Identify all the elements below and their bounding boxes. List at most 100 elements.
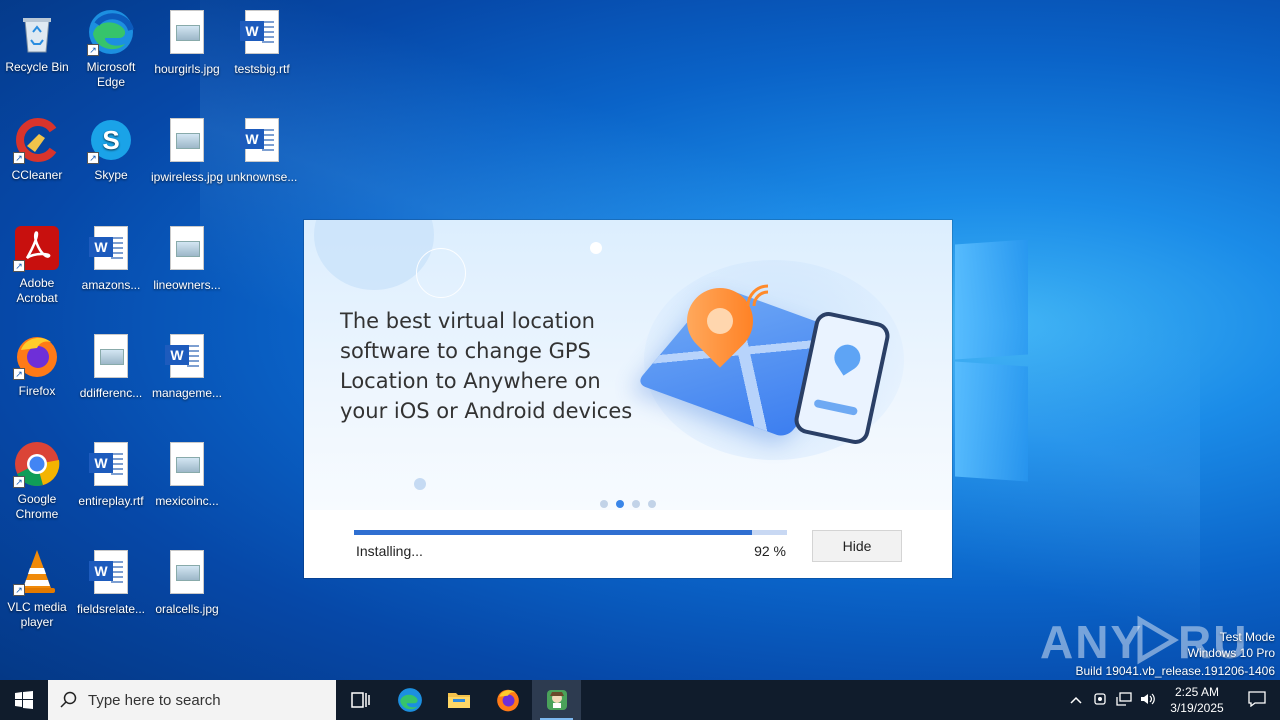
desktop-icon-skype[interactable]: S ↗ Skype — [74, 116, 148, 183]
desktop-icon-label: lineowners... — [153, 278, 221, 292]
tray-app-button[interactable] — [1088, 692, 1112, 709]
desktop-icon-label: mexicoinc... — [155, 494, 219, 508]
desktop-icon-lineowners[interactable]: lineowners... — [150, 224, 224, 293]
word-doc-icon: W — [163, 334, 211, 382]
taskbar-search-box[interactable]: Type here to search — [48, 680, 336, 720]
show-hidden-icons-button[interactable] — [1064, 693, 1088, 707]
taskbar: Type here to search 2:25 AM 3/19/2025 — [0, 680, 1280, 720]
clock-date: 3/19/2025 — [1170, 701, 1224, 715]
acrobat-icon: ↗ — [13, 224, 61, 272]
install-status-text: Installing... — [356, 543, 423, 559]
image-file-icon — [163, 226, 211, 274]
install-progress-bar — [354, 530, 787, 535]
skype-icon: S ↗ — [87, 116, 135, 164]
desktop-icon-unknownse[interactable]: W unknownse... — [225, 116, 299, 185]
carousel-dot[interactable] — [632, 500, 640, 508]
image-file-icon — [163, 118, 211, 166]
desktop-icon-label: Recycle Bin — [5, 60, 69, 74]
search-icon — [60, 691, 77, 708]
carousel-dot-active[interactable] — [616, 500, 624, 508]
desktop-icon-label: Skype — [94, 168, 128, 182]
taskbar-edge-button[interactable] — [385, 680, 434, 720]
desktop-icon-testsbig-rtf[interactable]: W testsbig.rtf — [225, 8, 299, 77]
word-doc-icon: W — [87, 442, 135, 490]
start-button[interactable] — [0, 680, 48, 720]
wallpaper-logo-pane — [955, 361, 1028, 482]
desktop-icon-vlc-media-player[interactable]: ↗ VLC media player — [0, 548, 74, 630]
desktop-icon-label: Firefox — [18, 384, 56, 398]
desktop-icon-label: entireplay.rtf — [78, 494, 144, 508]
desktop-icon-label: Adobe Acrobat — [16, 276, 58, 305]
install-percent-text: 92 % — [754, 543, 786, 559]
desktop-icon-label: hourgirls.jpg — [154, 62, 220, 76]
volume-button[interactable] — [1136, 692, 1160, 709]
desktop-icon-ccleaner[interactable]: ↗ CCleaner — [0, 116, 74, 183]
carousel-dot[interactable] — [648, 500, 656, 508]
taskbar-clock[interactable]: 2:25 AM 3/19/2025 — [1160, 684, 1234, 716]
desktop-icon-ddifferenc[interactable]: ddifferenc... — [74, 332, 148, 401]
windows-edition-text: Windows 10 Pro — [1187, 646, 1275, 660]
firefox-icon — [496, 689, 519, 712]
edge-icon: ↗ — [87, 8, 135, 56]
task-view-icon — [350, 692, 370, 708]
vlc-icon: ↗ — [13, 548, 61, 596]
desktop-icon-oralcells-jpg[interactable]: oralcells.jpg — [150, 548, 224, 617]
image-file-icon — [163, 10, 211, 58]
desktop-icon-firefox[interactable]: ↗ Firefox — [0, 332, 74, 399]
image-file-icon — [163, 442, 211, 490]
installer-app-icon — [546, 690, 567, 710]
desktop-icon-ipwireless-jpg[interactable]: ipwireless.jpg — [150, 116, 224, 185]
desktop-icon-google-chrome[interactable]: ↗ Google Chrome — [0, 440, 74, 522]
desktop-icon-label: manageme... — [151, 386, 223, 400]
taskbar-file-explorer-button[interactable] — [434, 680, 483, 720]
task-view-button[interactable] — [336, 680, 385, 720]
desktop-icon-label: Google Chrome — [15, 492, 59, 521]
desktop-icon-entireplay-rtf[interactable]: W entireplay.rtf — [74, 440, 148, 509]
carousel-indicator — [600, 500, 656, 508]
installer-headline: The best virtual location software to ch… — [340, 309, 633, 423]
desktop-icon-label: amazons... — [81, 278, 141, 292]
action-center-button[interactable] — [1234, 690, 1280, 710]
desktop-icon-label: testsbig.rtf — [234, 62, 290, 76]
desktop-icon-label: ipwireless.jpg — [150, 170, 224, 184]
install-progress-fill — [354, 530, 753, 535]
desktop-icon-microsoft-edge[interactable]: ↗ Microsoft Edge — [74, 8, 148, 90]
defender-icon — [1094, 692, 1106, 705]
desktop-icon-mexicoinc[interactable]: mexicoinc... — [150, 440, 224, 509]
desktop-icon-label: oralcells.jpg — [155, 602, 219, 616]
search-placeholder: Type here to search — [88, 691, 221, 709]
desktop-icon-label: ddifferenc... — [79, 386, 143, 400]
decor-dot — [414, 478, 426, 490]
desktop-icon-label: unknownse... — [226, 170, 298, 184]
desktop-icon-hourgirls-jpg[interactable]: hourgirls.jpg — [150, 8, 224, 77]
recycle-bin-icon — [13, 8, 61, 56]
word-doc-icon: W — [87, 226, 135, 274]
speaker-icon — [1141, 693, 1155, 704]
desktop-icon-recycle-bin[interactable]: Recycle Bin — [0, 8, 74, 75]
desktop-icon-amazons[interactable]: W amazons... — [74, 224, 148, 293]
network-icon — [1116, 691, 1132, 706]
hide-button[interactable]: Hide — [812, 530, 902, 562]
carousel-dot[interactable] — [600, 500, 608, 508]
decor-dot — [590, 242, 602, 254]
desktop-icon-label: CCleaner — [11, 168, 63, 182]
chevron-up-icon — [1070, 696, 1082, 704]
clock-time: 2:25 AM — [1174, 685, 1220, 699]
test-mode-text: Test Mode — [1219, 630, 1275, 644]
windows-logo-icon — [15, 691, 33, 709]
decor-ring — [416, 248, 466, 298]
network-button[interactable] — [1112, 691, 1136, 709]
word-doc-icon: W — [238, 10, 286, 58]
word-doc-icon: W — [238, 118, 286, 166]
edge-icon — [397, 688, 422, 712]
notification-icon — [1248, 690, 1266, 707]
taskbar-firefox-button[interactable] — [483, 680, 532, 720]
desktop-icon-fieldsrelate[interactable]: W fieldsrelate... — [74, 548, 148, 617]
taskbar-installer-button[interactable] — [532, 680, 581, 720]
desktop-icon-label: Microsoft Edge — [86, 60, 136, 89]
svg-text:S: S — [102, 125, 119, 155]
desktop-icon-adobe-acrobat[interactable]: ↗ Adobe Acrobat — [0, 224, 74, 306]
desktop-icon-manageme[interactable]: W manageme... — [150, 332, 224, 401]
chrome-icon: ↗ — [13, 440, 61, 488]
desktop-icon-label: fieldsrelate... — [76, 602, 146, 616]
